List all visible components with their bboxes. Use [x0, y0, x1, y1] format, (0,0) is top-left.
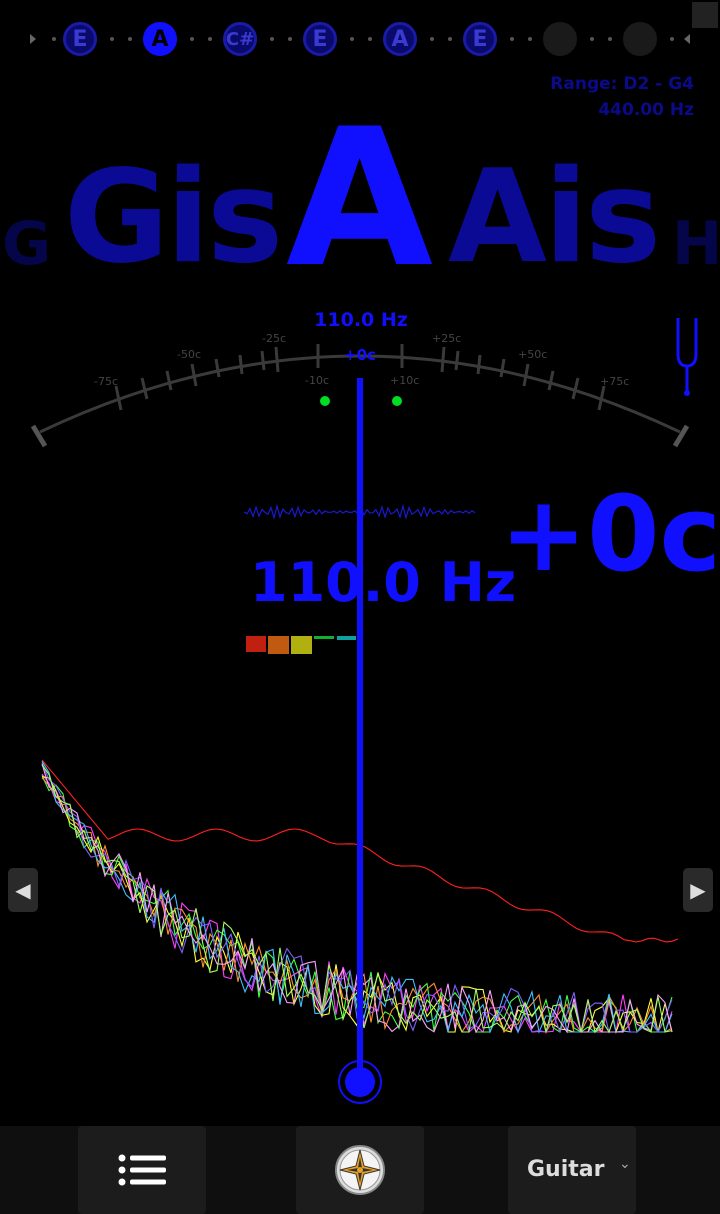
note-current: A [286, 88, 434, 309]
tick-label-plus-25: +25c [432, 332, 461, 345]
tick-label-minus-50: -50c [177, 348, 201, 361]
corner-indicator [692, 2, 718, 28]
selector-left-arrow [30, 34, 36, 44]
level-bar [268, 636, 289, 654]
separator-dot [528, 37, 532, 41]
compass-icon [335, 1145, 385, 1195]
separator-dot [670, 37, 674, 41]
string-button-5[interactable]: A [383, 22, 417, 56]
tick-label-plus-10: +10c [390, 374, 419, 387]
range-label: Range: D2 - G4 [550, 74, 694, 94]
string-button-3[interactable]: C# [223, 22, 257, 56]
note-far-right: H [672, 209, 720, 279]
previous-button[interactable]: ◀ [8, 868, 38, 912]
frequency-readout: 110.0 Hz [250, 551, 517, 614]
string-button-4[interactable]: E [303, 22, 337, 56]
string-button-1[interactable]: E [63, 22, 97, 56]
bottom-toolbar: Guitar ⌄ [0, 1126, 720, 1214]
separator-dot [608, 37, 612, 41]
separator-dot [128, 37, 132, 41]
separator-dot [368, 37, 372, 41]
tick-label-plus-75: +75c [600, 375, 629, 388]
string-button-7[interactable] [543, 22, 577, 56]
tick-label-minus-10: -10c [305, 374, 329, 387]
separator-dot [510, 37, 514, 41]
meter-cents: +0c [344, 346, 376, 364]
next-button[interactable]: ▶ [683, 868, 713, 912]
separator-dot [430, 37, 434, 41]
separator-dot [52, 37, 56, 41]
level-bar [291, 636, 312, 654]
selector-right-arrow [684, 34, 690, 44]
separator-dot [448, 37, 452, 41]
string-button-2[interactable]: A [143, 22, 177, 56]
instrument-label: Guitar [527, 1157, 605, 1182]
separator-dot [288, 37, 292, 41]
separator-dot [190, 37, 194, 41]
level-bar [314, 636, 334, 639]
string-button-6[interactable]: E [463, 22, 497, 56]
tuning-needle [357, 378, 363, 1068]
separator-dot [110, 37, 114, 41]
meter-frequency: 110.0 Hz [314, 309, 408, 331]
chevron-down-icon: ⌄ [619, 1156, 631, 1172]
tick-label-minus-75: -75c [94, 375, 118, 388]
needle-pivot [338, 1060, 382, 1104]
list-menu-icon [118, 1154, 166, 1186]
tick-label-minus-25: -25c [262, 332, 286, 345]
string-button-8[interactable] [623, 22, 657, 56]
level-bar [246, 636, 266, 652]
tuning-fork-icon[interactable] [672, 316, 702, 398]
separator-dot [208, 37, 212, 41]
menu-button[interactable] [78, 1126, 206, 1214]
note-far-left: G [2, 209, 52, 279]
in-tune-indicator-right [392, 396, 402, 406]
separator-dot [590, 37, 594, 41]
level-bar [337, 636, 356, 640]
separator-dot [350, 37, 354, 41]
reference-frequency: 440.00 Hz [598, 100, 694, 120]
in-tune-indicator-left [320, 396, 330, 406]
note-right: Ais [448, 143, 661, 292]
compass-button[interactable] [296, 1126, 424, 1214]
separator-dot [270, 37, 274, 41]
note-left: Gis [64, 143, 283, 292]
tick-label-plus-50: +50c [518, 348, 547, 361]
instrument-selector[interactable]: Guitar ⌄ [508, 1126, 636, 1214]
cents-readout: +0c [500, 473, 720, 595]
